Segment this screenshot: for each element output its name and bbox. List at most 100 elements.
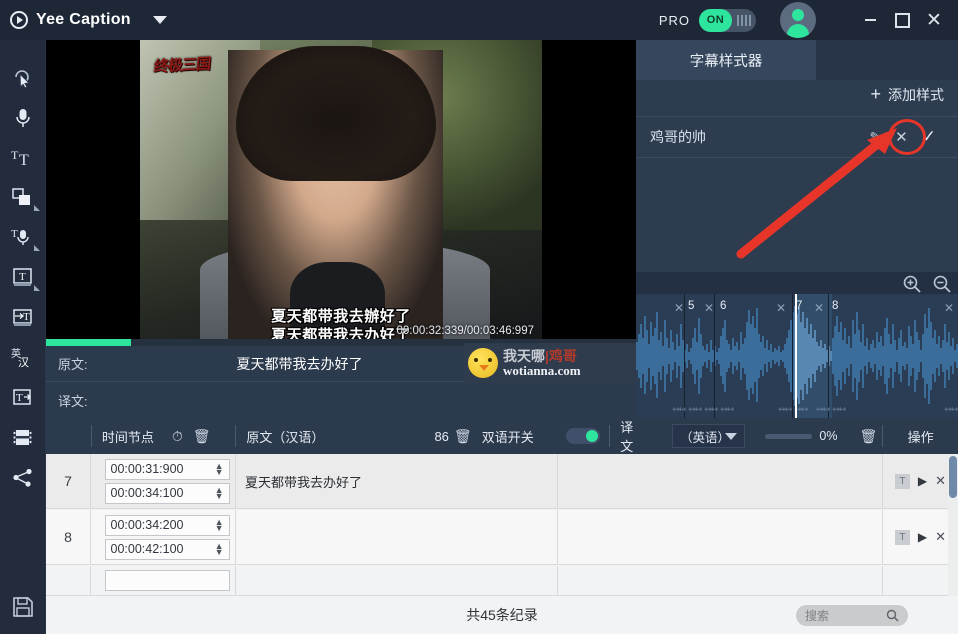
tool-rail: T T T T T 英 汉 T <box>0 40 46 634</box>
share-tool[interactable] <box>0 458 46 498</box>
start-time-stepper[interactable] <box>104 570 230 591</box>
zoom-in-icon[interactable] <box>902 274 922 294</box>
waveform-canvas[interactable]: ✕ 5 ✕ 6 ✕ 7 ✕ 8 ✕ ⇿⇿ ⇿⇿ ⇿⇿ ⇿⇿ ⇿⇿ ⇿⇿ ⇿⇿ ⇿… <box>636 294 958 418</box>
film-tool[interactable] <box>0 418 46 458</box>
pro-toggle[interactable]: ON <box>699 8 756 32</box>
link-handle-icon[interactable]: ⇿⇿ <box>704 404 718 415</box>
row-translated-text[interactable] <box>558 454 883 508</box>
chevron-down-icon <box>725 432 738 440</box>
header-bilingual-label: 双语开关 <box>481 429 534 445</box>
table-row[interactable]: 7 00:00:31:900 ▲ ▼ 00:00:34:100 ▲ ▼ 夏天都带我去… <box>46 454 958 509</box>
row-translated-text[interactable] <box>558 510 883 564</box>
watermark-text: 我天哪|鸡哥 wotianna.com <box>503 348 581 377</box>
close-icon[interactable]: ✕ <box>935 473 946 489</box>
close-icon[interactable]: ✕ <box>935 529 946 545</box>
chevron-down-icon[interactable] <box>152 16 167 24</box>
translate-tool[interactable]: 英 汉 <box>0 338 46 378</box>
add-style-button[interactable]: + 添加样式 <box>870 84 944 105</box>
language-select[interactable]: （英语） <box>671 424 746 448</box>
header-operations-label: 操作 <box>907 429 934 445</box>
clock-icon[interactable]: ⏱ <box>172 428 183 445</box>
maximize-icon[interactable] <box>888 6 916 34</box>
import-text-tool[interactable]: T <box>0 298 46 338</box>
share-icon <box>13 468 32 487</box>
row-original-text[interactable] <box>236 510 558 564</box>
table-scrollbar-thumb[interactable] <box>949 456 957 498</box>
font-size-tool[interactable]: T T <box>0 138 46 178</box>
segment-close-icon[interactable]: ✕ <box>814 301 824 315</box>
close-icon[interactable]: ✕ <box>920 6 948 34</box>
bilingual-toggle-track <box>566 428 601 444</box>
link-handle-icon[interactable]: ⇿⇿ <box>672 404 686 415</box>
pencil-icon[interactable]: ✎ <box>869 128 883 146</box>
shape-icon <box>12 188 30 205</box>
close-icon[interactable]: ✕ <box>895 128 908 146</box>
trash-icon[interactable]: 🗑 <box>193 428 211 445</box>
link-handle-icon[interactable]: ⇿⇿ <box>778 404 792 415</box>
row-time-cell: 00:00:34:200 ▲ ▼ 00:00:42:100 ▲ ▼ <box>91 510 236 564</box>
search-input[interactable]: 搜索 <box>796 604 908 626</box>
export-text-icon: T <box>13 389 31 405</box>
chick-icon <box>468 348 498 378</box>
text-box-tool[interactable]: T <box>0 258 46 298</box>
end-time-stepper[interactable]: 00:00:42:100 ▲ ▼ <box>104 538 230 560</box>
style-list-item[interactable]: 鸡哥的帅 ✎ ✕ ✓ <box>636 116 958 158</box>
table-scrollbar[interactable] <box>948 454 958 596</box>
trash-icon[interactable]: 🗑 <box>454 428 472 445</box>
link-handle-icon[interactable]: ⇿⇿ <box>816 404 830 415</box>
pro-label: PRO <box>658 12 690 28</box>
row-index: 7 <box>46 454 91 508</box>
check-icon[interactable]: ✓ <box>922 127 936 147</box>
speech-to-text-tool[interactable]: T <box>0 218 46 258</box>
header-translated: 译文 （英语） 0% 🗑 <box>610 418 882 454</box>
link-handle-icon[interactable]: ⇿⇿ <box>720 404 734 415</box>
microphone-tool[interactable] <box>0 98 46 138</box>
play-icon[interactable]: ▶ <box>918 474 927 488</box>
segment-label: 5 <box>688 300 695 312</box>
minimize-icon[interactable] <box>856 6 884 34</box>
save-button[interactable] <box>0 580 46 634</box>
svg-text:T: T <box>19 271 26 283</box>
speech-to-text-icon: T <box>11 228 29 245</box>
original-text-value[interactable]: 夏天都带我去办好了 <box>113 354 486 374</box>
start-time-stepper[interactable]: 00:00:34:200 ▲ ▼ <box>104 514 230 536</box>
text-icon[interactable]: T <box>894 529 910 545</box>
start-time-value: 00:00:31:900 <box>110 462 184 476</box>
waveform-playhead[interactable] <box>795 294 797 418</box>
text-icon[interactable]: T <box>894 473 910 489</box>
select-tool[interactable] <box>0 58 46 98</box>
row-original-text[interactable]: 夏天都带我去办好了 <box>236 454 558 508</box>
original-text-label: 原文: <box>58 357 88 372</box>
app-title: Yee Caption <box>36 11 131 28</box>
watermark-cn: 我天哪|鸡哥 <box>503 348 581 364</box>
bilingual-toggle-dot <box>586 430 599 442</box>
row-translated-text[interactable] <box>558 566 883 595</box>
cursor-icon <box>15 70 31 88</box>
start-time-stepper[interactable]: 00:00:31:900 ▲ ▼ <box>104 458 230 480</box>
link-handle-icon[interactable]: ⇿⇿ <box>832 404 846 415</box>
end-time-stepper[interactable]: 00:00:34:100 ▲ ▼ <box>104 482 230 504</box>
link-handle-icon[interactable]: ⇿⇿ <box>688 404 702 415</box>
segment-close-icon[interactable]: ✕ <box>704 301 714 315</box>
table-row-partial[interactable] <box>46 566 958 596</box>
row-original-text[interactable] <box>236 566 558 595</box>
export-text-tool[interactable]: T <box>0 378 46 418</box>
row-index <box>46 566 91 595</box>
shape-tool[interactable] <box>0 178 46 218</box>
table-row[interactable]: 8 00:00:34:200 ▲ ▼ 00:00:42:100 ▲ ▼ T ▶ ✕ <box>46 510 958 565</box>
waveform-zoom-controls <box>902 274 952 294</box>
zoom-out-icon[interactable] <box>932 274 952 294</box>
svg-text:T: T <box>11 148 19 162</box>
avatar[interactable] <box>780 2 816 38</box>
bilingual-toggle[interactable] <box>557 418 609 454</box>
video-preview[interactable]: 终极三国 夏天都带我去辦好了 夏天都带我去办好了 00:00:32:339/00… <box>46 40 636 339</box>
segment-close-icon[interactable]: ✕ <box>944 301 954 315</box>
tab-subtitle-styler[interactable]: 字幕样式器 <box>636 40 816 80</box>
start-time-value: 00:00:34:200 <box>110 518 184 532</box>
segment-close-icon[interactable]: ✕ <box>674 301 684 315</box>
video-subject-hair <box>236 46 436 181</box>
play-icon[interactable]: ▶ <box>918 530 927 544</box>
trash-icon[interactable]: 🗑 <box>859 428 877 445</box>
link-handle-icon[interactable]: ⇿⇿ <box>944 404 958 415</box>
segment-close-icon[interactable]: ✕ <box>776 301 786 315</box>
